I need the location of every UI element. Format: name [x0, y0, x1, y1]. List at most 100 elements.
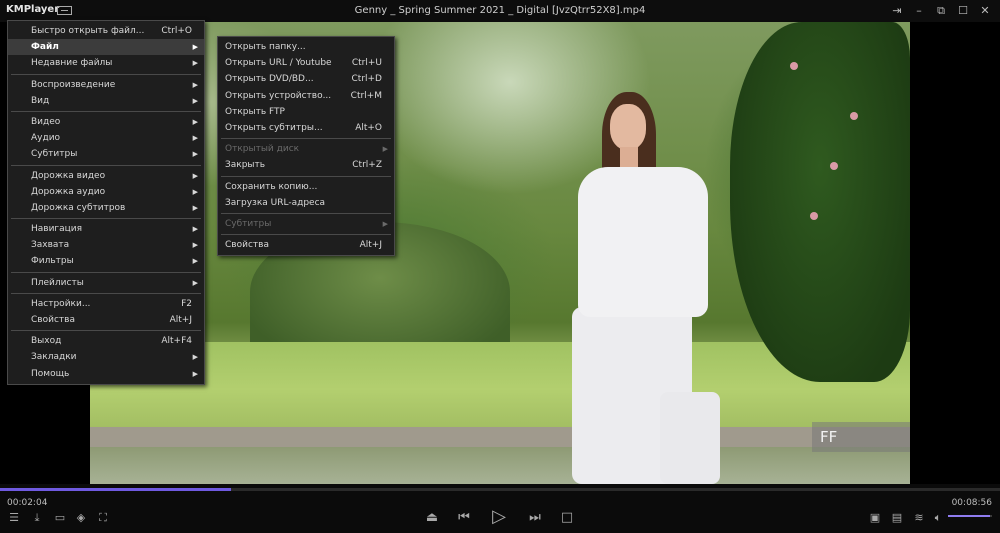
hw-decoder-icon[interactable]: ▣ [866, 510, 884, 526]
volume-icon[interactable]: 🔈︎ [929, 510, 947, 526]
file-submenu-item[interactable]: Закрыть Ctrl+Z [218, 157, 394, 173]
stop-icon[interactable]: □ [558, 510, 576, 526]
menu-item-label: Дорожка субтитров [31, 202, 126, 213]
3d-icon[interactable]: ◈ [72, 510, 90, 526]
menu-item[interactable]: Вид ▶ [8, 93, 204, 109]
file-submenu-item[interactable]: Открыть папку... [218, 39, 394, 55]
file-submenu-item[interactable]: Загрузка URL-адреса [218, 195, 394, 211]
file-submenu-item[interactable]: Открыть устройство... Ctrl+M [218, 88, 394, 104]
title-bar: KMPlayer Genny _ Spring Summer 2021 _ Di… [0, 0, 1000, 22]
menu-separator [221, 234, 391, 236]
menu-item[interactable]: Навигация ▶ [8, 221, 204, 237]
playlist-icon[interactable]: ☰ [5, 510, 23, 526]
menu-separator [11, 271, 201, 273]
menu-separator [221, 175, 391, 177]
menu-item[interactable]: Выход Alt+F4 [8, 333, 204, 349]
close-icon[interactable]: ✕ [976, 3, 994, 19]
file-submenu-item: Субтитры ▶ [218, 216, 394, 232]
previous-icon[interactable]: ⏮ [455, 510, 473, 526]
menu-item[interactable]: Дорожка видео ▶ [8, 168, 204, 184]
fast-forward-badge: FF [812, 422, 910, 452]
file-submenu-item[interactable]: Открыть URL / Youtube Ctrl+U [218, 55, 394, 71]
volume-slider-level [948, 515, 990, 517]
menu-item-label: Файл [31, 42, 59, 53]
menu-item[interactable]: Быстро открыть файл... Ctrl+O [8, 23, 204, 39]
menu-item[interactable]: Дорожка аудио ▶ [8, 184, 204, 200]
menu-item[interactable]: Видео ▶ [8, 114, 204, 130]
menu-item[interactable]: Помощь ▶ [8, 366, 204, 382]
menu-item[interactable]: Воспроизведение ▶ [8, 77, 204, 93]
file-submenu-item-label: Сохранить копию... [225, 181, 318, 192]
chevron-right-icon: ▶ [192, 96, 198, 105]
menu-item[interactable]: Свойства Alt+J [8, 312, 204, 328]
download-icon[interactable]: ⤓ [28, 510, 46, 526]
menu-item[interactable]: Фильтры ▶ [8, 253, 204, 269]
menu-separator [11, 110, 201, 112]
file-submenu-item[interactable]: Открыть FTP [218, 104, 394, 120]
file-submenu-item[interactable]: Свойства Alt+J [218, 237, 394, 253]
menu-item-label: Настройки... [31, 298, 91, 309]
total-time: 00:08:56 [951, 498, 992, 508]
file-submenu-item-label: Открыть FTP [225, 106, 285, 117]
menu-item[interactable]: Захвата ▶ [8, 237, 204, 253]
capture-icon[interactable]: ⛶ [94, 510, 112, 526]
menu-item-label: Навигация [31, 224, 83, 235]
chevron-right-icon: ▶ [192, 203, 198, 212]
menu-item[interactable]: Недавние файлы ▶ [8, 55, 204, 71]
flower-shape [850, 112, 858, 120]
model-jacket [578, 167, 708, 317]
play-icon[interactable]: ▷ [488, 507, 510, 527]
file-submenu-item: Открытый диск ▶ [218, 141, 394, 157]
file-submenu-item[interactable]: Открыть DVD/BD... Ctrl+D [218, 71, 394, 87]
menu-item-label: Фильтры [31, 256, 74, 267]
menu-separator [11, 330, 201, 332]
menu-item[interactable]: Аудио ▶ [8, 130, 204, 146]
menu-separator [221, 138, 391, 140]
menu-item[interactable]: Настройки... F2 [8, 296, 204, 312]
menu-item[interactable]: Плейлисты ▶ [8, 275, 204, 291]
path-shape [90, 427, 910, 447]
menu-item[interactable]: Файл ▶ [8, 39, 204, 56]
minimize-icon[interactable]: – [910, 3, 928, 19]
video-picture[interactable]: FF [90, 22, 910, 484]
menu-item-shortcut: Ctrl+O [161, 26, 192, 36]
app-logo[interactable]: KMPlayer [6, 4, 59, 15]
volume-slider[interactable] [948, 515, 992, 517]
menu-toggle-icon[interactable] [57, 6, 72, 15]
file-submenu-item[interactable]: Сохранить копию... [218, 179, 394, 195]
maximize-icon[interactable]: ☐ [954, 3, 972, 19]
file-submenu-item-shortcut: Ctrl+M [350, 90, 382, 101]
menu-item-label: Аудио [31, 133, 61, 144]
chevron-right-icon: ▶ [382, 219, 388, 228]
file-submenu: Открыть папку... Открыть URL / Youtube Ctr… [217, 36, 395, 257]
pin-icon[interactable]: ⇥ [888, 3, 906, 19]
menu-item-shortcut: Alt+F4 [161, 336, 192, 347]
chevron-right-icon: ▶ [192, 187, 198, 196]
menu-item[interactable]: Дорожка субтитров ▶ [8, 200, 204, 216]
file-submenu-item-shortcut: Ctrl+D [351, 74, 383, 85]
eject-icon[interactable]: ⏏ [423, 510, 441, 526]
vr-icon[interactable]: ▭ [51, 510, 69, 526]
chevron-right-icon: ▶ [382, 145, 388, 154]
menu-item-label: Дорожка аудио [31, 186, 106, 197]
menu-item-label: Захвата [31, 240, 70, 251]
file-submenu-item[interactable]: Открыть субтитры... Alt+O [218, 120, 394, 136]
menu-item-label: Вид [31, 95, 50, 106]
menu-item-label: Выход [31, 336, 62, 347]
menu-item[interactable]: Субтитры ▶ [8, 146, 204, 162]
menu-item[interactable]: Закладки ▶ [8, 349, 204, 365]
menu-separator [11, 73, 201, 75]
restore-icon[interactable]: ⧉ [932, 3, 950, 19]
control-bar: 00:02:04 00:08:56 ☰ ⤓ ▭ ◈ ⛶ ⏏ ⏮ ▷ ⏭ □ ▣ … [0, 484, 1000, 533]
next-icon[interactable]: ⏭ [526, 510, 544, 526]
file-submenu-item-label: Открыть устройство... [225, 90, 332, 101]
flower-shape [830, 162, 838, 170]
tree-shape [730, 22, 910, 382]
subtitle-icon[interactable]: ▤ [888, 510, 906, 526]
equalizer-icon[interactable]: ≋ [910, 510, 928, 526]
model-face [610, 104, 646, 150]
file-submenu-item-label: Закрыть [225, 160, 266, 171]
menu-item-label: Субтитры [31, 149, 78, 160]
menu-item-shortcut: F2 [181, 298, 192, 309]
seek-bar[interactable] [0, 488, 1000, 491]
